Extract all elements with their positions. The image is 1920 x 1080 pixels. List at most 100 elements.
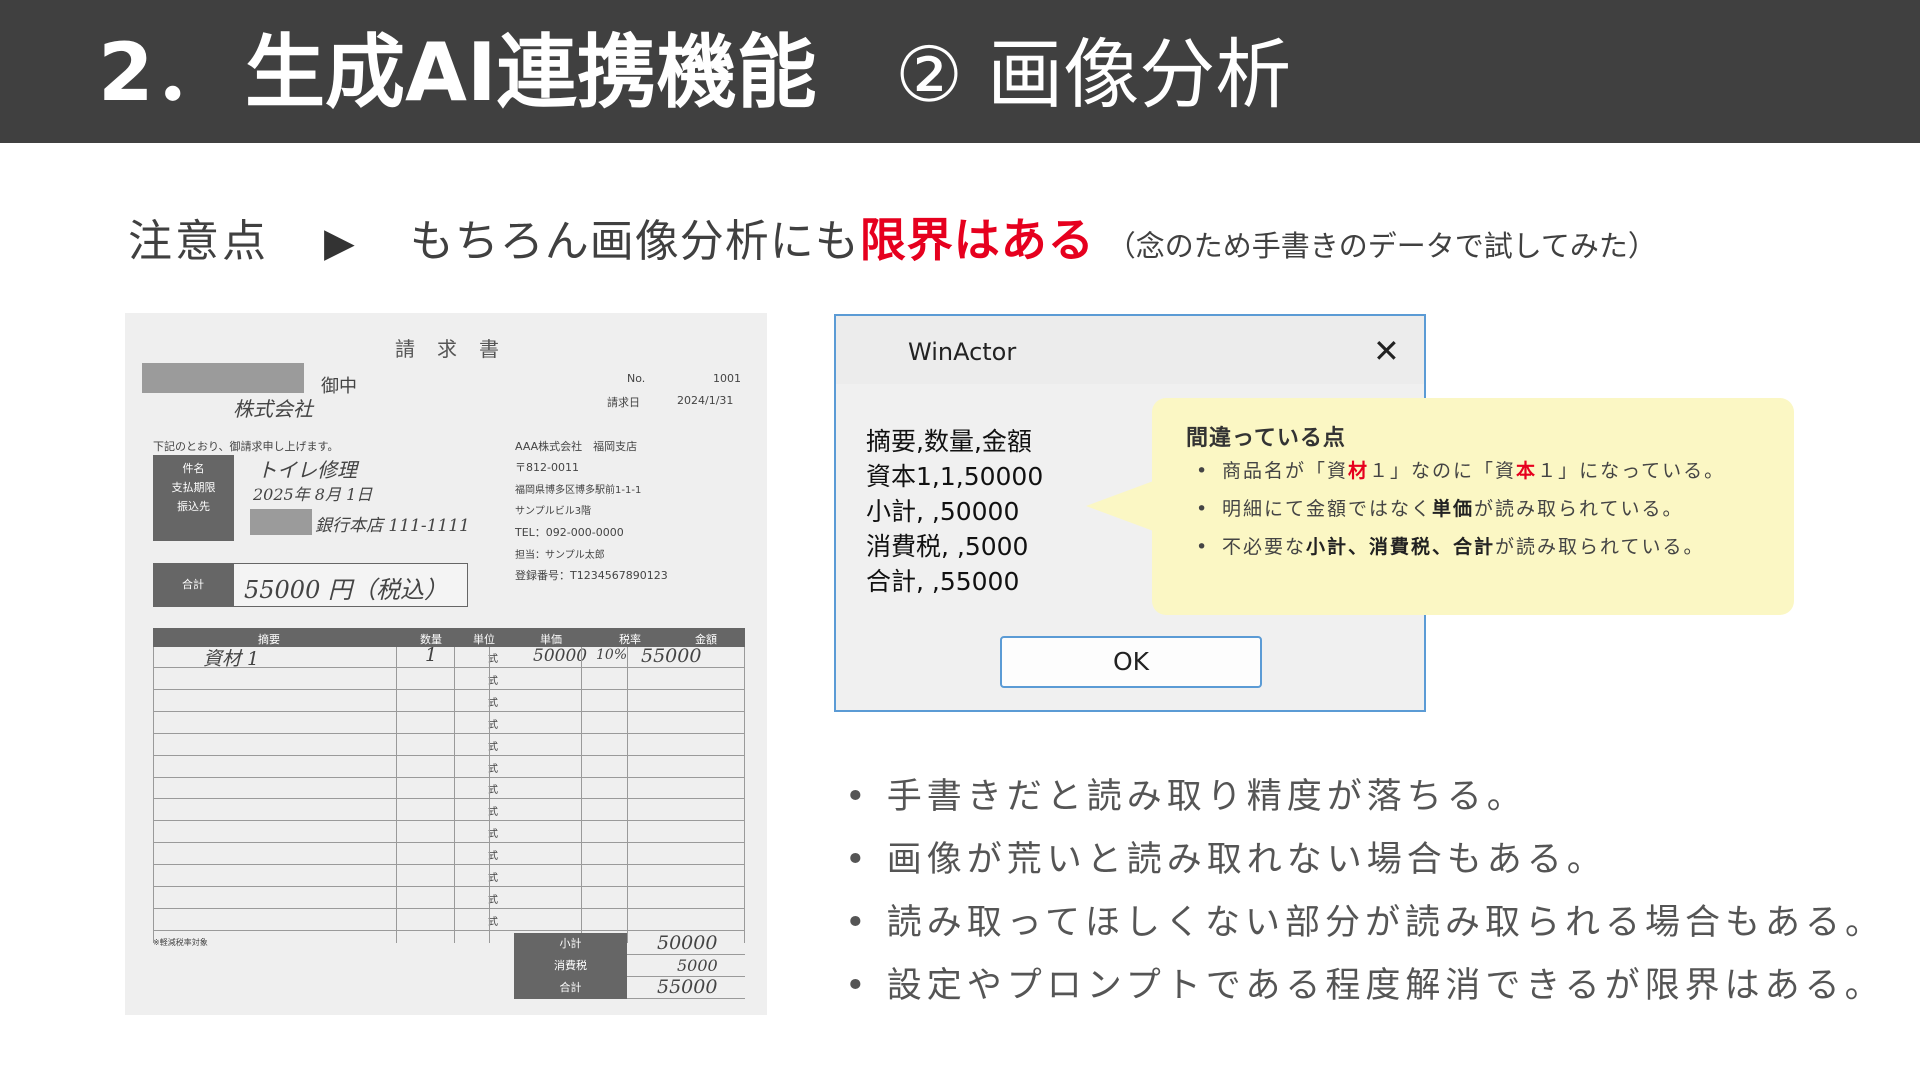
field-label: 件名 [182, 462, 205, 475]
row-amount: 55000 [641, 645, 702, 667]
table-header-cell: 摘要 [258, 633, 280, 646]
issuer-postal: 〒812-0011 [515, 461, 579, 474]
tax-footnote: ※軽減税率対象 [153, 938, 208, 947]
bullet-item: • 手書きだと読み取り精度が落ちる。 [845, 777, 1527, 817]
ok-button[interactable]: OK [1000, 636, 1262, 688]
table-gridline [581, 647, 582, 943]
redacted-block [142, 363, 304, 393]
dialog-titlebar: WinActor ✕ [836, 316, 1424, 384]
slide-header: 2． 生成AI連携機能 ② 画像分析 [0, 0, 1920, 143]
slide-subtitle: ② 画像分析 [895, 30, 1292, 119]
message-line: 小計, ,50000 [866, 497, 1020, 526]
play-arrow-icon: ▶ [324, 220, 355, 266]
caution-line: 注意点 ▶ もちろん画像分析にも 限界はある （念のため手書きのデータで試してみ… [128, 204, 1657, 268]
grand-total-value: 55000 [657, 976, 718, 998]
dialog-title: WinActor [908, 338, 1017, 366]
subtotal-value-cell: 50000 [627, 932, 745, 955]
tax-value-cell: 5000 [627, 955, 745, 977]
table-row: 式 [153, 866, 745, 887]
callout-text: １」なのに「資 [1369, 460, 1517, 482]
table-header-cell: 単価 [540, 633, 562, 646]
callout-bold: 単価 [1432, 498, 1475, 520]
callout-item: 不必要な小計、消費税、合計が読み取られている。 [1186, 534, 1776, 560]
callout-item: 商品名が「資材１」なのに「資本１」になっている。 [1186, 458, 1776, 484]
grand-total-value-cell: 55000 [627, 976, 745, 999]
close-icon[interactable]: ✕ [1373, 332, 1400, 370]
row-item: 資材 1 [203, 648, 260, 670]
table-header-cell: 単位 [473, 633, 495, 646]
bullet-item: • 画像が荒いと読み取れない場合もある。 [845, 840, 1607, 880]
table-gridline [396, 647, 397, 943]
row-qty: 1 [425, 644, 438, 666]
table-gridline [489, 647, 490, 943]
errors-callout: 間違っている点 商品名が「資材１」なのに「資本１」になっている。 明細にて金額で… [1152, 398, 1794, 615]
callout-text: １」になっている。 [1537, 460, 1726, 482]
callout-text: 商品名が「資 [1222, 460, 1349, 482]
callout-list: 商品名が「資材１」なのに「資本１」になっている。 明細にて金額ではなく単価が読み… [1186, 458, 1776, 572]
field-value-bank: 銀行本店 111-1111 [315, 516, 470, 536]
table-gridline [744, 647, 745, 943]
table-row: 式 [153, 888, 745, 909]
bullet-text: 設定やプロンプトである程度解消できるが限界はある。 [886, 966, 1885, 1006]
addressee-company: 株式会社 [233, 397, 313, 421]
redacted-block [250, 509, 312, 535]
callout-heading: 間違っている点 [1186, 426, 1346, 451]
tax-label: 消費税 [514, 955, 627, 977]
total-value-box: 55000 円（税込） [233, 563, 468, 607]
message-line: 摘要,数量,金額 [866, 427, 1032, 456]
row-price: 50000 [533, 646, 588, 666]
tax-value: 5000 [677, 956, 718, 975]
total-label-box: 合計 [153, 563, 233, 607]
invoice-date-label: 請求日 [607, 396, 640, 409]
table-row: 式 [153, 800, 745, 822]
field-value-due: 2025年 8月 1日 [253, 485, 373, 504]
field-labels-block: 件名 支払期限 振込先 [153, 455, 234, 541]
slide-title: 生成AI連携機能 [245, 26, 817, 119]
invoice-no-value: 1001 [713, 372, 741, 385]
invoice-title: 請求書 [395, 337, 521, 361]
table-row: 式 [153, 669, 745, 690]
invoice-no-label: No. [627, 372, 646, 385]
table-row: 資材 1 1 式 50000 10% 55000 [153, 644, 745, 670]
field-label: 振込先 [177, 500, 210, 513]
callout-text: 明細にて金額ではなく [1222, 498, 1433, 520]
issuer-building: サンプルビル3階 [515, 506, 592, 517]
table-header-cell: 税率 [619, 633, 641, 646]
table-row: 式 [153, 691, 745, 712]
total-value: 55000 円（税込） [244, 576, 448, 604]
caution-emphasis: 限界はある [859, 213, 1095, 267]
table-row: 式 [153, 713, 745, 734]
table-row: 式 [153, 910, 745, 931]
issuer-tel: TEL：092-000-0000 [515, 526, 624, 539]
caution-label: 注意点 [128, 216, 269, 267]
table-row: 式 [153, 735, 745, 756]
addressee-suffix: 御中 [321, 376, 357, 397]
callout-pointer [1086, 480, 1156, 532]
issuer-name: AAA株式会社 福岡支店 [515, 440, 638, 453]
table-gridline [627, 647, 628, 943]
bullet-text: 画像が荒いと読み取れない場合もある。 [886, 840, 1607, 880]
callout-text: 不必要な [1222, 536, 1307, 558]
callout-text: が読み取られている。 [1495, 536, 1705, 558]
issuer-address: 福岡県博多区博多駅前1-1-1 [515, 485, 642, 496]
table-gridline [153, 647, 154, 943]
invoice-date-value: 2024/1/31 [677, 394, 734, 407]
grand-total-label: 合計 [514, 977, 627, 999]
callout-text: が読み取られている。 [1474, 498, 1684, 520]
dialog-message: 摘要,数量,金額 資本1,1,50000 小計, ,50000 消費税, ,50… [866, 424, 1043, 599]
field-label: 支払期限 [171, 481, 216, 494]
subtotal-label: 小計 [514, 933, 627, 955]
subtotal-value: 50000 [657, 932, 718, 954]
caution-text: もちろん画像分析にも [409, 216, 860, 267]
bullet-item: • 設定やプロンプトである程度解消できるが限界はある。 [845, 966, 1885, 1006]
issuer-person: 担当：サンプル太郎 [515, 550, 605, 561]
caution-aside: （念のため手書きのデータで試してみた） [1106, 229, 1657, 263]
callout-item: 明細にて金額ではなく単価が読み取られている。 [1186, 496, 1776, 522]
table-row: 式 [153, 822, 745, 844]
callout-highlight: 材 [1348, 460, 1370, 482]
table-gridline [454, 647, 455, 943]
bullet-text: 読み取ってほしくない部分が読み取られる場合もある。 [886, 903, 1886, 943]
message-line: 消費税, ,5000 [866, 532, 1029, 561]
section-number: 2． [98, 26, 234, 119]
invoice-greeting: 下記のとおり、御請求申し上げます。 [153, 440, 339, 453]
